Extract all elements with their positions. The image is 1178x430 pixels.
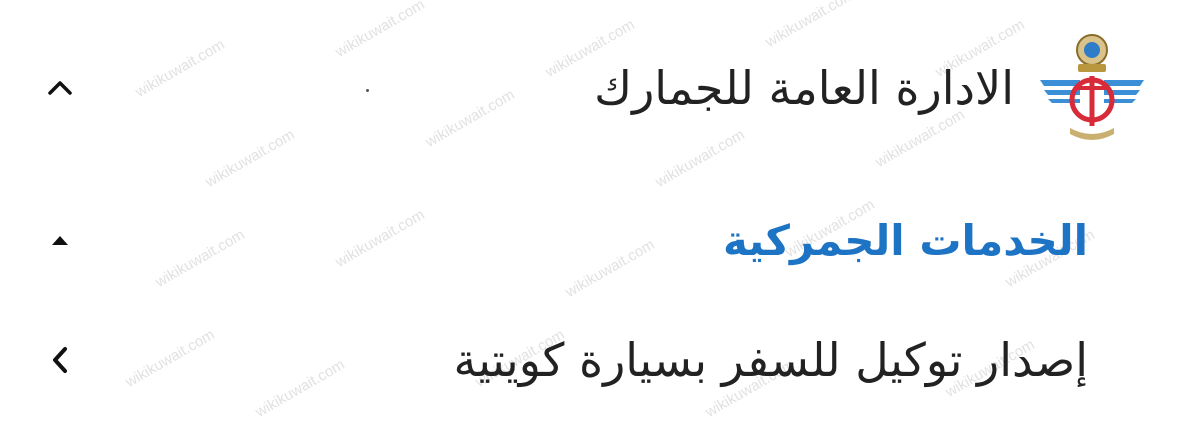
customs-emblem-icon <box>1030 28 1154 148</box>
org-header-row[interactable]: الادارة العامة للجمارك <box>0 28 1178 148</box>
section-title: الخدمات الجمركية <box>722 215 1088 265</box>
caret-up-icon[interactable] <box>40 220 80 260</box>
chevron-up-icon[interactable] <box>40 68 80 108</box>
section-header-row[interactable]: الخدمات الجمركية <box>0 205 1178 275</box>
service-item-row[interactable]: إصدار توكيل للسفر بسيارة كويتية <box>0 325 1178 395</box>
org-title: الادارة العامة للجمارك <box>594 61 1014 115</box>
chevron-left-icon[interactable] <box>40 340 80 380</box>
service-item-title: إصدار توكيل للسفر بسيارة كويتية <box>453 333 1088 387</box>
org-header-group: الادارة العامة للجمارك <box>594 28 1154 148</box>
